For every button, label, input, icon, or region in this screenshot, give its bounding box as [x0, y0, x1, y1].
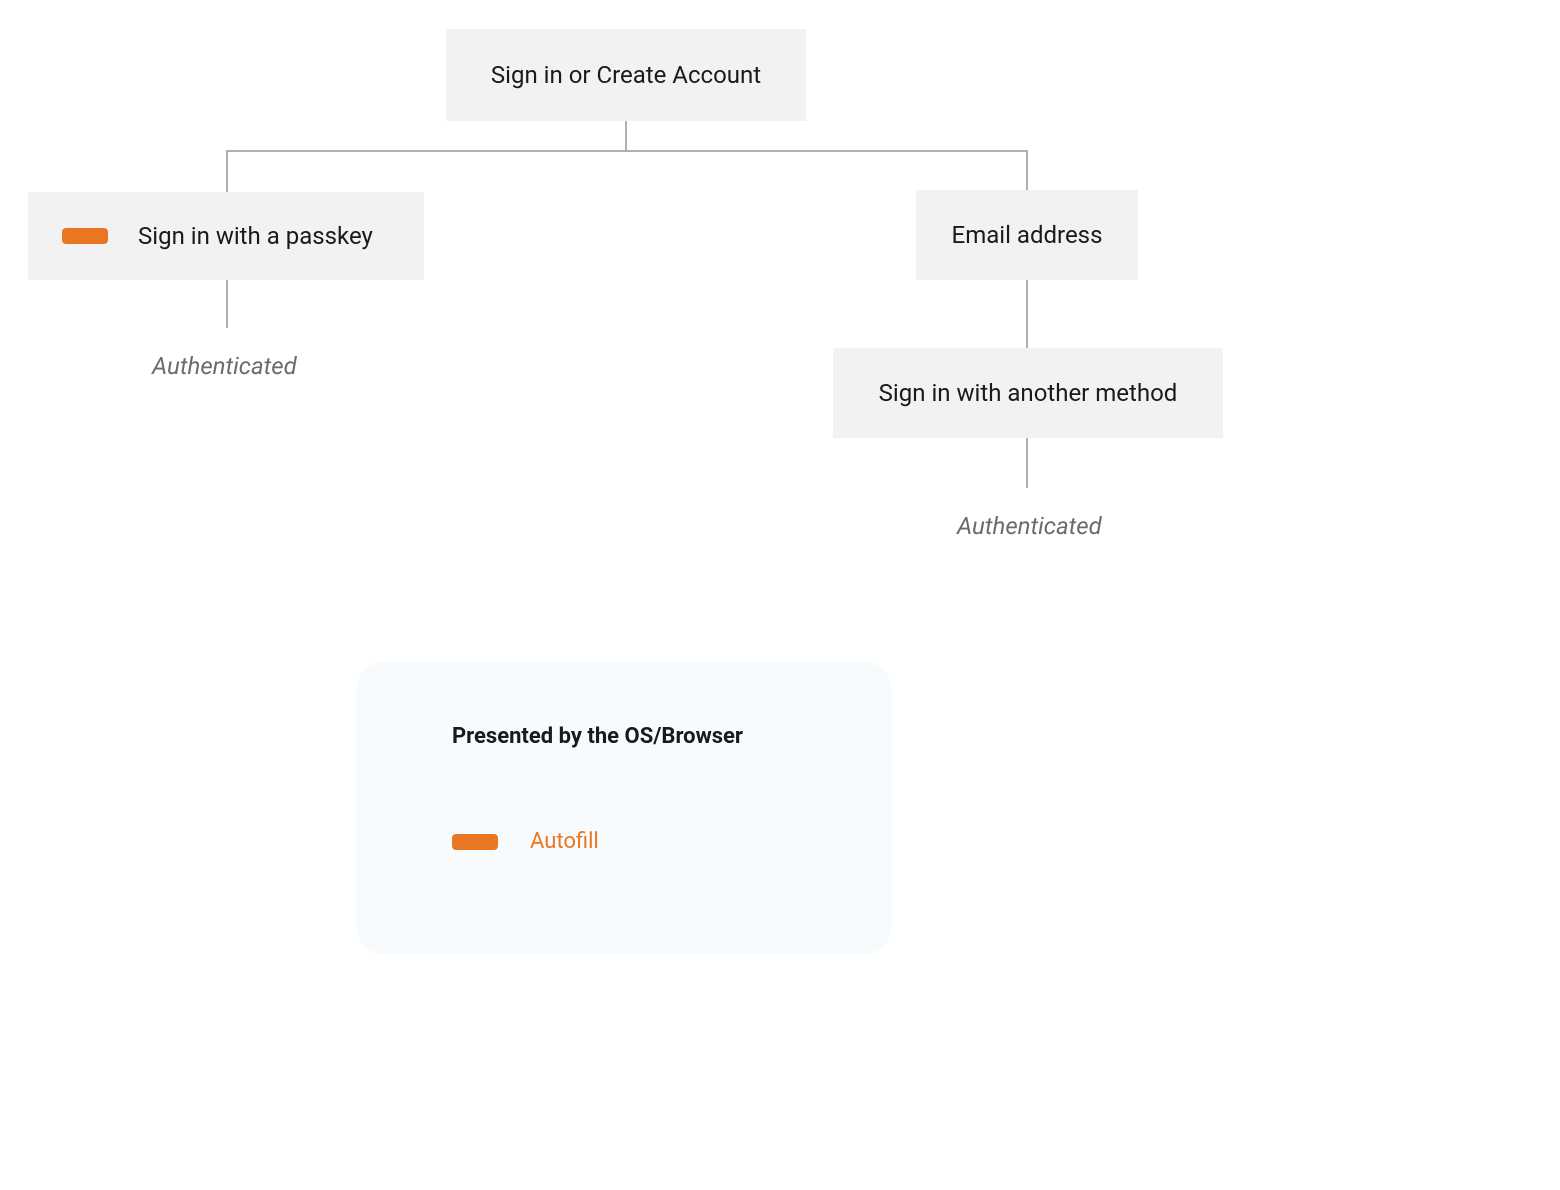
connector-line	[226, 150, 1026, 152]
connector-line	[1026, 438, 1028, 488]
node-signin-another-method: Sign in with another method	[833, 348, 1223, 438]
authenticated-label-right: Authenticated	[957, 512, 1102, 540]
connector-line	[1026, 280, 1028, 348]
node-label: Email address	[952, 221, 1103, 249]
legend-item-label: Autofill	[530, 829, 599, 854]
connector-line	[226, 280, 228, 328]
node-email-address: Email address	[916, 190, 1138, 280]
connector-line	[625, 120, 627, 150]
node-label: Sign in with a passkey	[138, 222, 373, 250]
legend-title: Presented by the OS/Browser	[452, 724, 796, 749]
connector-line	[226, 150, 228, 192]
legend-panel: Presented by the OS/Browser Autofill	[356, 662, 892, 954]
node-signin-or-create: Sign in or Create Account	[446, 29, 806, 121]
autofill-badge-icon	[62, 228, 108, 244]
autofill-badge-icon	[452, 834, 498, 850]
connector-line	[1026, 150, 1028, 190]
node-label: Sign in or Create Account	[491, 61, 761, 89]
node-label: Sign in with another method	[879, 379, 1178, 407]
authenticated-label-left: Authenticated	[152, 352, 297, 380]
legend-item-autofill: Autofill	[452, 829, 796, 854]
auth-flow-diagram: Sign in or Create Account Sign in with a…	[0, 0, 1560, 1190]
node-signin-passkey: Sign in with a passkey	[28, 192, 424, 280]
